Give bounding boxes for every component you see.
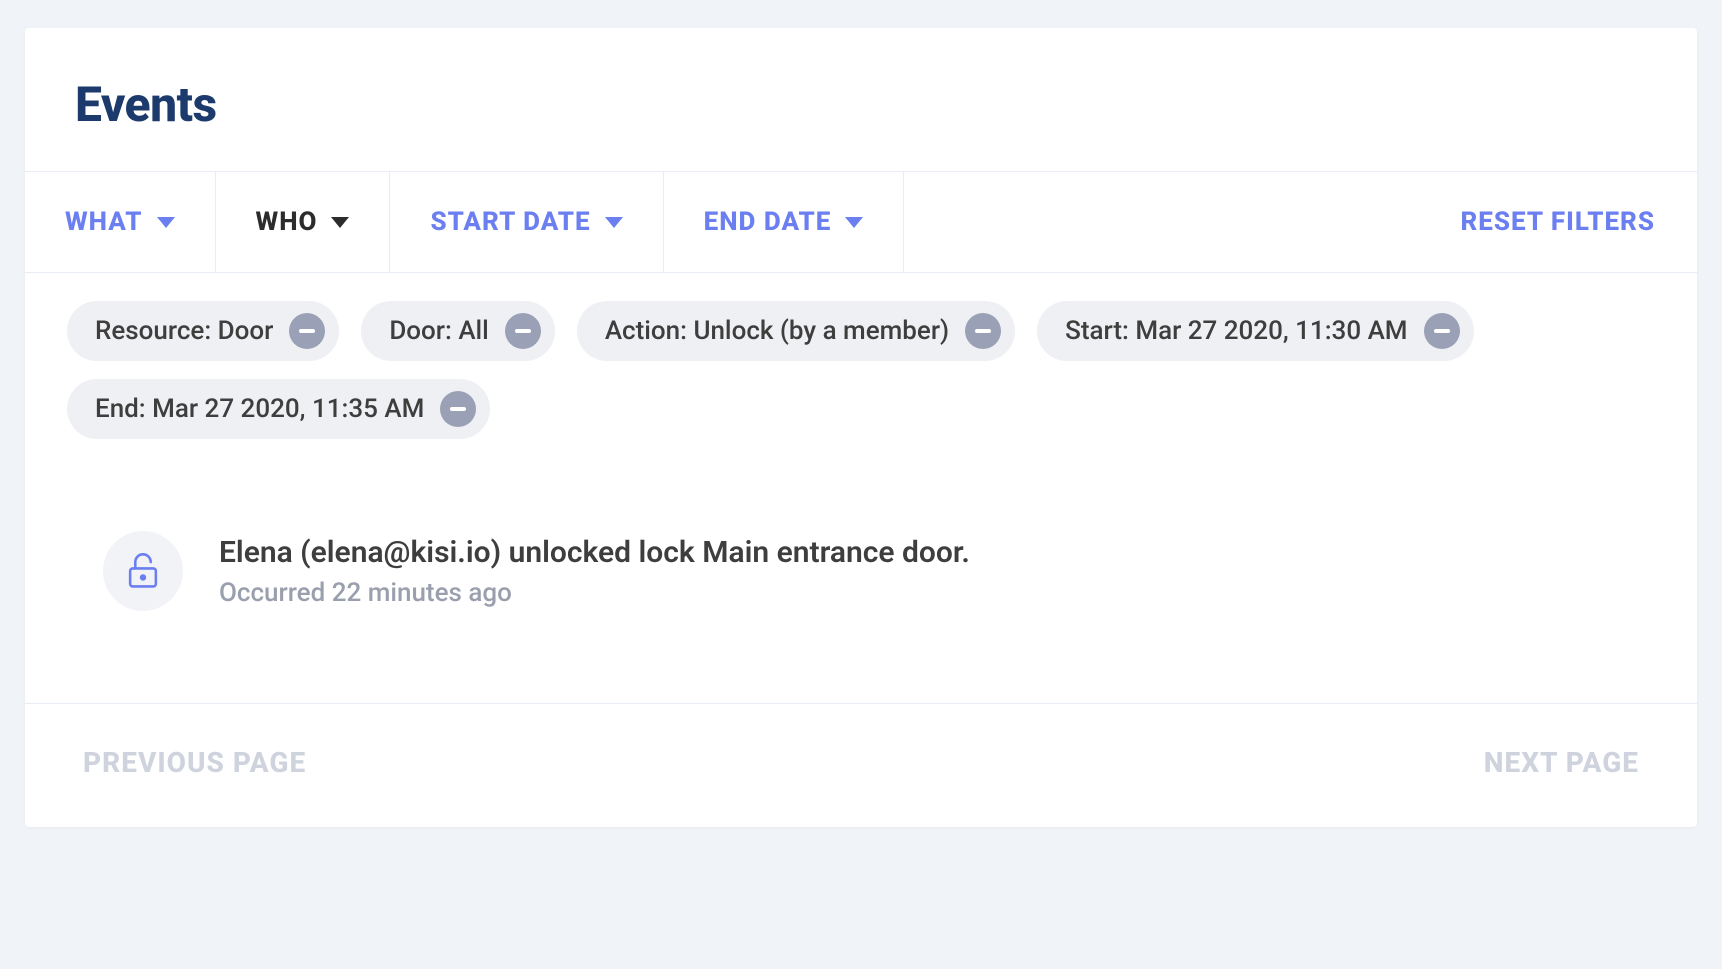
filter-chip: Door: All [361, 301, 554, 361]
filter-tab-who-label: WHO [256, 207, 318, 237]
filter-chip: End: Mar 27 2020, 11:35 AM [67, 379, 490, 439]
filter-chip-label: Start: Mar 27 2020, 11:30 AM [1065, 316, 1407, 346]
remove-chip-button[interactable] [440, 391, 476, 427]
filter-chip-label: End: Mar 27 2020, 11:35 AM [95, 394, 424, 424]
filter-chip: Resource: Door [67, 301, 339, 361]
chevron-down-icon [331, 217, 349, 228]
active-filter-chips: Resource: Door Door: All Action: Unlock … [25, 273, 1697, 449]
filter-tab-end-date-label: END DATE [704, 207, 832, 237]
remove-chip-button[interactable] [965, 313, 1001, 349]
filter-chip: Action: Unlock (by a member) [577, 301, 1015, 361]
filter-chip-label: Resource: Door [95, 316, 273, 346]
event-text: Elena (elena@kisi.io) unlocked lock Main… [219, 535, 970, 608]
remove-chip-button[interactable] [1424, 313, 1460, 349]
filter-tab-what[interactable]: WHAT [25, 172, 216, 272]
card-header: Events [25, 28, 1697, 171]
filter-chip-label: Action: Unlock (by a member) [605, 316, 949, 346]
chevron-down-icon [605, 217, 623, 228]
filter-tab-start-date[interactable]: START DATE [390, 172, 663, 272]
events-card: Events WHAT WHO START DATE END DATE [25, 28, 1697, 827]
reset-filters-button[interactable]: RESET FILTERS [1419, 172, 1698, 272]
filter-tab-what-label: WHAT [65, 207, 143, 237]
event-timestamp: Occurred 22 minutes ago [219, 578, 970, 608]
page-title: Events [75, 76, 1647, 133]
filter-chip-label: Door: All [389, 316, 488, 346]
event-title: Elena (elena@kisi.io) unlocked lock Main… [219, 535, 970, 570]
remove-chip-button[interactable] [289, 313, 325, 349]
reset-filters-label: RESET FILTERS [1461, 207, 1656, 237]
filter-tabs-row: WHAT WHO START DATE END DATE RESET [25, 171, 1697, 273]
event-list: Elena (elena@kisi.io) unlocked lock Main… [25, 449, 1697, 703]
event-item: Elena (elena@kisi.io) unlocked lock Main… [103, 531, 1637, 611]
unlock-icon [103, 531, 183, 611]
pagination-bar: PREVIOUS PAGE NEXT PAGE [25, 703, 1697, 827]
filter-chip: Start: Mar 27 2020, 11:30 AM [1037, 301, 1473, 361]
previous-page-button[interactable]: PREVIOUS PAGE [83, 746, 306, 779]
filter-tab-start-date-label: START DATE [430, 207, 590, 237]
next-page-button[interactable]: NEXT PAGE [1484, 746, 1639, 779]
remove-chip-button[interactable] [505, 313, 541, 349]
filter-tab-who[interactable]: WHO [216, 172, 391, 272]
chevron-down-icon [157, 217, 175, 228]
chevron-down-icon [845, 217, 863, 228]
filter-tab-end-date[interactable]: END DATE [664, 172, 905, 272]
filter-row-spacer [904, 172, 1418, 272]
